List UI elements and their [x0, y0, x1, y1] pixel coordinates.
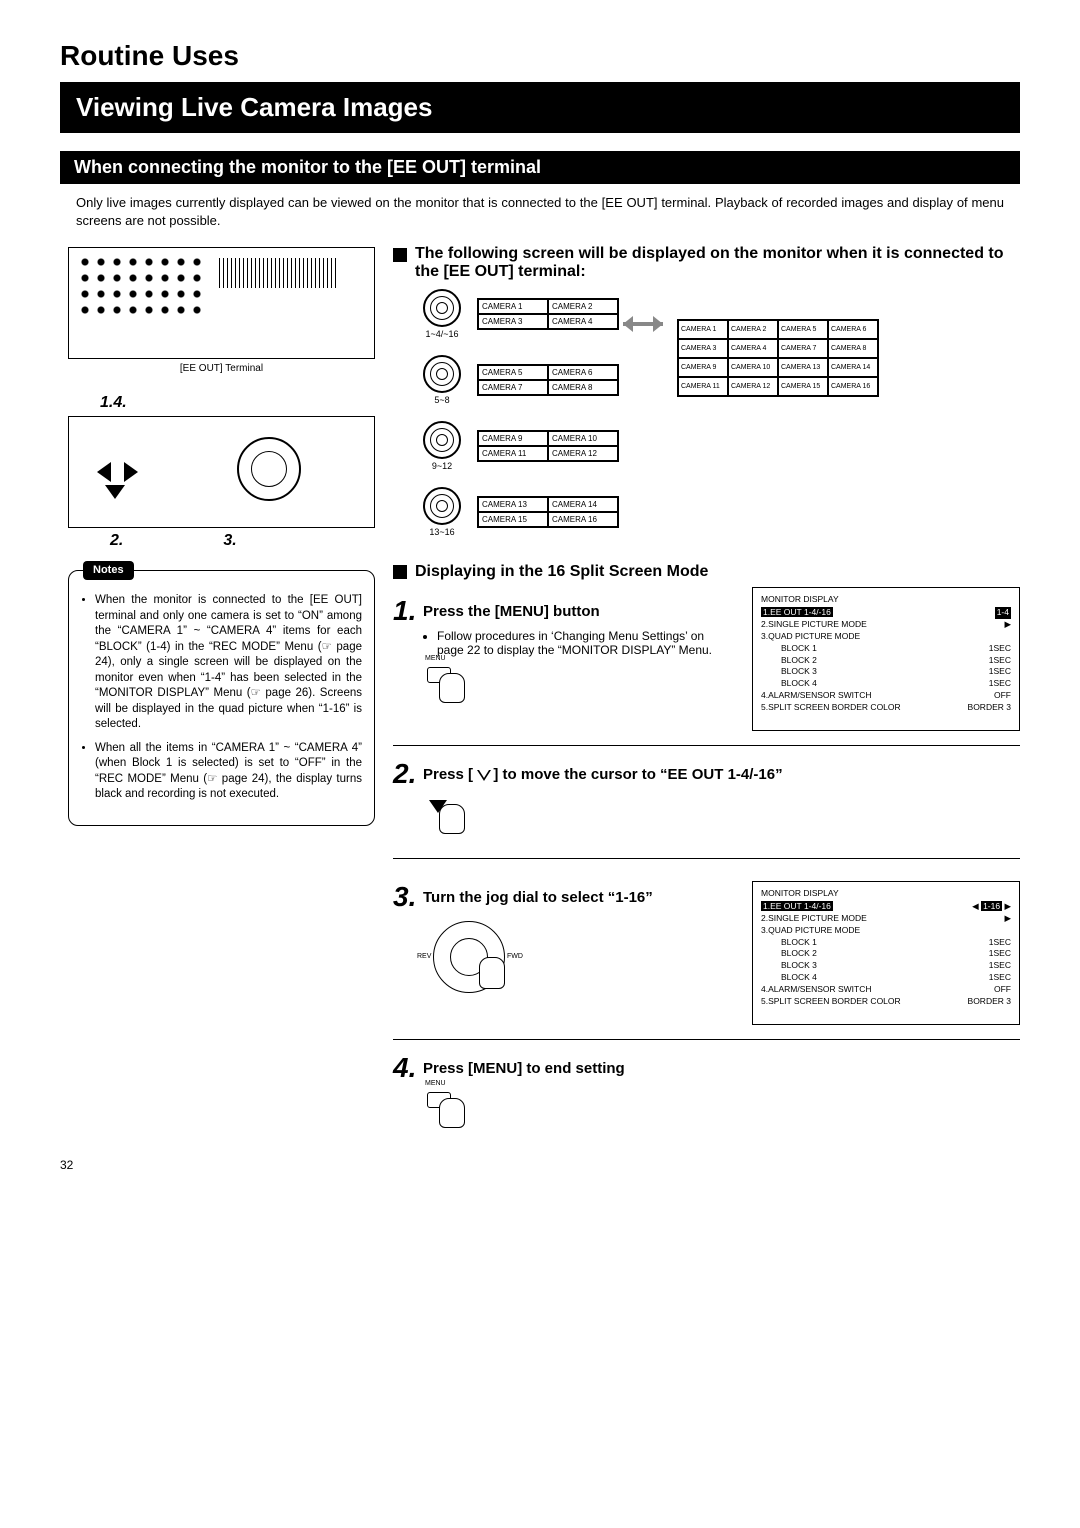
dial-icon	[423, 355, 461, 393]
separator	[393, 1039, 1020, 1040]
intro-text: Only live images currently displayed can…	[76, 194, 1004, 229]
press-down-icon	[423, 794, 473, 844]
ee-out-terminal-label: [EE OUT] Terminal	[60, 363, 383, 374]
square-bullet-icon	[393, 248, 407, 262]
section-heading-16split: Displaying in the 16 Split Screen Mode	[393, 563, 1020, 581]
separator	[393, 858, 1020, 859]
step-2-title: Press [ ] to move the cursor to “EE OUT …	[423, 766, 783, 788]
dial-icon	[423, 487, 461, 525]
front-panel-diagram	[68, 416, 375, 528]
step-4: 4. Press [MENU] to end setting	[393, 1054, 1020, 1082]
step-3: 3. Turn the jog dial to select “1-16”	[393, 883, 732, 911]
press-menu-icon: MENU	[423, 1088, 473, 1138]
step-2: 2. Press [ ] to move the cursor to “EE O…	[393, 760, 1020, 788]
quad-screen: CAMERA 9CAMERA 10 CAMERA 11CAMERA 12	[477, 430, 619, 462]
monitor-display-menu-1: MONITOR DISPLAY 1.EE OUT 1-4/-161-4 2.SI…	[752, 587, 1020, 731]
dial-label: 13~16	[429, 527, 454, 537]
step-3-title: Turn the jog dial to select “1-16”	[423, 889, 653, 911]
dial-label: 1~4/~16	[425, 329, 458, 339]
rear-panel-diagram	[68, 247, 375, 359]
square-bullet-icon	[393, 565, 407, 579]
callout-1-4: 1.4.	[100, 394, 383, 412]
note-item: When the monitor is connected to the [EE…	[95, 593, 362, 733]
subtitle-bar: When connecting the monitor to the [EE O…	[60, 151, 1020, 184]
jog-dial-turn-icon: REV FWD	[423, 917, 533, 997]
step-1: 1. Press the [MENU] button	[393, 597, 732, 625]
dial-icon	[423, 289, 461, 327]
note-item: When all the items in “CAMERA 1” ~ “CAME…	[95, 741, 362, 803]
callout-3: 3.	[223, 532, 236, 550]
dial-icon	[423, 421, 461, 459]
chapter-title: Routine Uses	[60, 40, 1020, 72]
press-menu-icon: MENU	[423, 663, 473, 713]
quad-screens-stack: 1~4/~16 CAMERA 1CAMERA 2 CAMERA 3CAMERA …	[407, 289, 619, 545]
step-1-body: Follow procedures in ‘Changing Menu Sett…	[437, 629, 732, 657]
jog-dial-icon	[237, 437, 301, 501]
dial-label: 9~12	[432, 461, 452, 471]
sixteen-split-screen: CAMERA 1CAMERA 2CAMERA 5CAMERA 6 CAMERA …	[677, 319, 879, 397]
quad-screen: CAMERA 5CAMERA 6 CAMERA 7CAMERA 8	[477, 364, 619, 396]
right-arrow-icon	[124, 462, 148, 482]
left-arrow-icon	[87, 462, 111, 482]
notes-badge: Notes	[83, 561, 134, 580]
dial-label: 5~8	[434, 395, 449, 405]
quad-screen: CAMERA 13CAMERA 14 CAMERA 15CAMERA 16	[477, 496, 619, 528]
callout-2: 2.	[110, 532, 123, 550]
page-number: 32	[60, 1158, 1020, 1172]
step-1-title: Press the [MENU] button	[423, 603, 600, 625]
step-4-title: Press [MENU] to end setting	[423, 1060, 625, 1082]
left-column: [EE OUT] Terminal 1.4. 2. 3. Notes When …	[60, 239, 393, 1138]
separator	[393, 745, 1020, 746]
down-arrow-icon	[105, 485, 125, 509]
screen-display-heading-text: The following screen will be displayed o…	[415, 245, 1020, 281]
right-column: The following screen will be displayed o…	[393, 239, 1020, 1138]
page-title-bar: Viewing Live Camera Images	[60, 82, 1020, 133]
quad-screen: CAMERA 1CAMERA 2 CAMERA 3CAMERA 4	[477, 298, 619, 330]
monitor-display-menu-2: MONITOR DISPLAY 1.EE OUT 1-4/-16◀ 1-16 ▶…	[752, 881, 1020, 1025]
notes-box: Notes When the monitor is connected to t…	[68, 570, 375, 826]
double-arrow-icon	[623, 319, 663, 329]
screen-display-heading: The following screen will be displayed o…	[393, 245, 1020, 281]
